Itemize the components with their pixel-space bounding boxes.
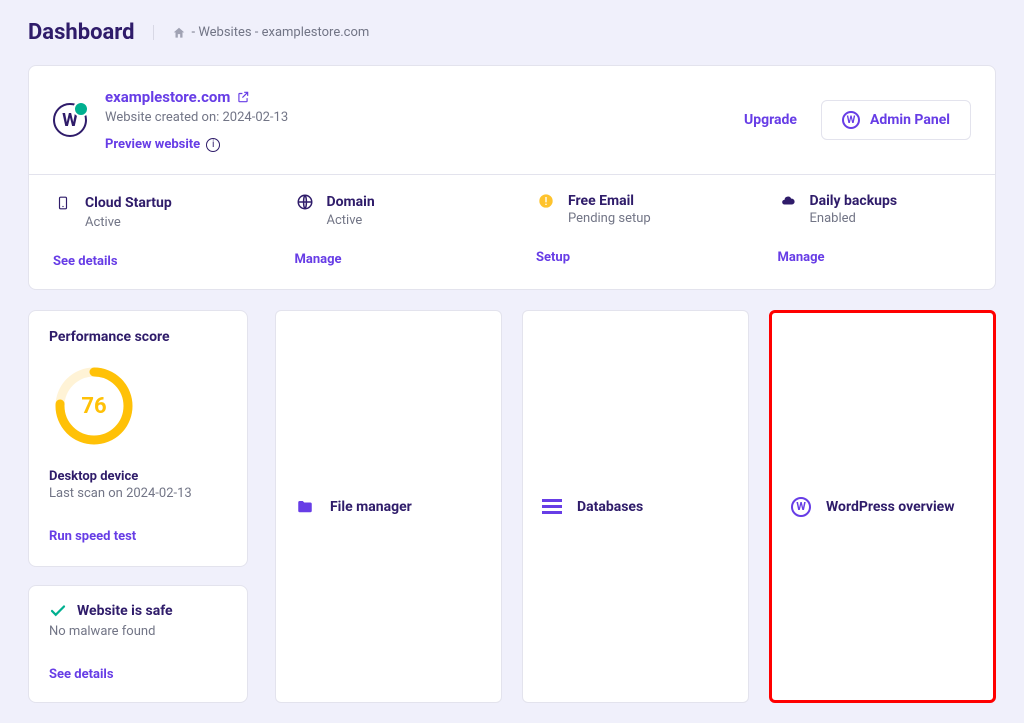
alert-icon: [536, 193, 556, 209]
created-date: Website created on: 2024-02-13: [105, 110, 288, 125]
domain-manage-link[interactable]: Manage: [295, 252, 489, 267]
email-setup-link[interactable]: Setup: [536, 250, 730, 265]
plan-status: Active: [85, 215, 247, 230]
scan-date: Last scan on 2024-02-13: [49, 486, 227, 501]
file-manager-card[interactable]: File manager: [275, 310, 502, 703]
wordpress-logo-icon: W: [53, 103, 87, 137]
domain-status: Active: [327, 213, 489, 228]
home-icon: [172, 26, 186, 40]
phone-icon: [53, 193, 73, 213]
performance-card: Performance score 76 Desktop device Last…: [28, 310, 248, 567]
site-card: W examplestore.com Website created on: 2…: [28, 65, 996, 290]
check-icon: [49, 602, 67, 620]
wordpress-overview-card[interactable]: W WordPress overview: [769, 310, 996, 703]
wordpress-icon: W: [842, 111, 860, 129]
email-status: Pending setup: [568, 211, 730, 226]
backups-manage-link[interactable]: Manage: [778, 250, 972, 265]
site-name-link[interactable]: examplestore.com: [105, 88, 288, 106]
info-icon[interactable]: i: [206, 138, 220, 152]
preview-website-link[interactable]: Preview website: [105, 137, 200, 152]
database-icon: [541, 496, 563, 518]
globe-icon: [295, 193, 315, 211]
folder-icon: [294, 496, 316, 518]
plan-section: Cloud Startup Active See details: [29, 175, 271, 289]
admin-panel-button[interactable]: W Admin Panel: [821, 100, 971, 140]
security-card: Website is safe No malware found See det…: [28, 585, 248, 703]
databases-card[interactable]: Databases: [522, 310, 749, 703]
device-label: Desktop device: [49, 469, 227, 484]
domain-section: Domain Active Manage: [271, 175, 513, 289]
security-details-link[interactable]: See details: [49, 667, 227, 682]
cloud-icon: [778, 194, 798, 208]
external-link-icon: [236, 90, 250, 104]
email-section: Free Email Pending setup Setup: [512, 175, 754, 289]
page-title: Dashboard: [28, 20, 135, 45]
security-subtitle: No malware found: [49, 624, 227, 639]
breadcrumb-text: - Websites - examplestore.com: [192, 25, 370, 40]
backups-section: Daily backups Enabled Manage: [754, 175, 996, 289]
performance-gauge: 76: [49, 361, 139, 451]
run-speed-test-link[interactable]: Run speed test: [49, 529, 227, 544]
performance-title: Performance score: [49, 329, 227, 345]
wordpress-icon: W: [790, 496, 812, 518]
breadcrumb: - Websites - examplestore.com: [153, 25, 370, 40]
backups-status: Enabled: [810, 211, 972, 226]
plan-details-link[interactable]: See details: [53, 254, 247, 269]
upgrade-link[interactable]: Upgrade: [744, 112, 797, 128]
